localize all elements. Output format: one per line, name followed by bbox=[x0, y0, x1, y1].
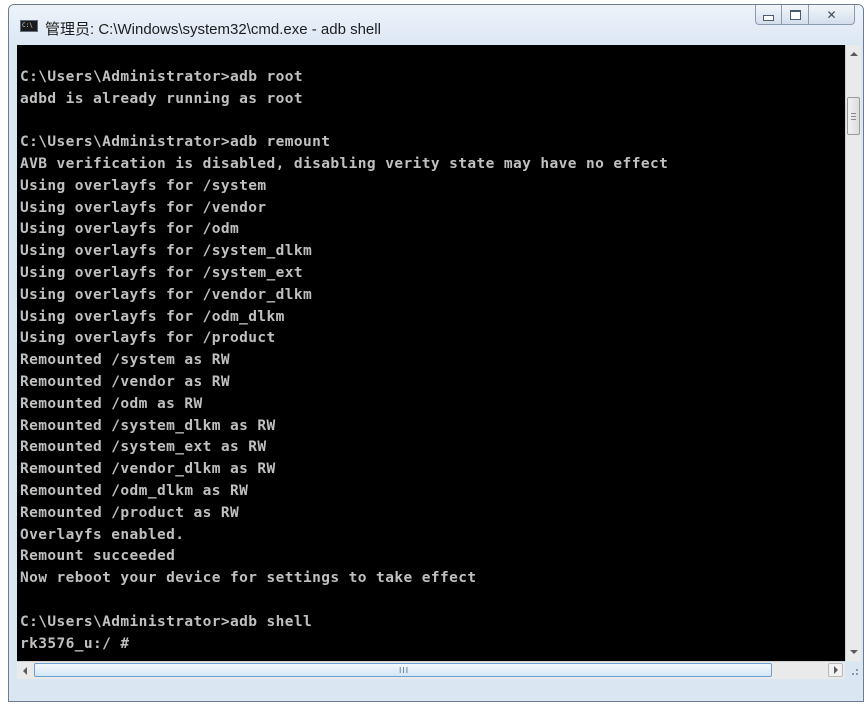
console-line: Remounted /system as RW bbox=[20, 352, 230, 369]
scroll-right-arrow-icon bbox=[834, 666, 838, 674]
console-line: Now reboot your device for settings to t… bbox=[20, 570, 477, 587]
console-line: C:\Users\Administrator>adb remount bbox=[20, 134, 331, 151]
console-line: Using overlayfs for /vendor_dlkm bbox=[20, 286, 313, 303]
resize-grip-icon[interactable] bbox=[845, 661, 861, 679]
console-output[interactable]: C:\Users\Administrator>adb root adbd is a… bbox=[17, 45, 845, 661]
console-line: adbd is already running as root bbox=[20, 90, 304, 107]
console-line: Overlayfs enabled. bbox=[20, 526, 185, 543]
scroll-down-arrow-icon[interactable] bbox=[850, 650, 858, 654]
maximize-button[interactable] bbox=[782, 5, 809, 25]
console-line: Using overlayfs for /system_dlkm bbox=[20, 243, 313, 260]
cmd-icon[interactable]: C:\ bbox=[20, 20, 38, 32]
window-bottom-frame bbox=[9, 679, 863, 701]
scroll-up-arrow-icon[interactable] bbox=[850, 52, 858, 56]
maximize-icon bbox=[789, 9, 801, 20]
horizontal-scrollbar[interactable]: III bbox=[17, 661, 845, 679]
title-bar[interactable]: C:\ 管理员: C:\Windows\system32\cmd.exe - a… bbox=[9, 5, 863, 45]
console-line: Remounted /vendor as RW bbox=[20, 373, 230, 390]
close-button[interactable]: ✕ bbox=[809, 5, 855, 25]
scroll-left-arrow-icon[interactable] bbox=[23, 667, 27, 675]
console-line: Using overlayfs for /odm bbox=[20, 221, 240, 238]
console-line: C:\Users\Administrator>adb shell bbox=[20, 613, 313, 630]
thumb-grip-line bbox=[851, 116, 856, 117]
console-line: Remounted /product as RW bbox=[20, 504, 240, 521]
console-line: Using overlayfs for /vendor bbox=[20, 199, 267, 216]
console-line: C:\Users\Administrator>adb root bbox=[20, 68, 304, 85]
console-line: Remounted /system_ext as RW bbox=[20, 439, 267, 456]
console-line: rk3576_u:/ # bbox=[20, 635, 130, 652]
close-icon: ✕ bbox=[826, 7, 837, 22]
vertical-scrollbar[interactable] bbox=[845, 45, 861, 661]
console-line: Remounted /odm_dlkm as RW bbox=[20, 482, 249, 499]
horizontal-scroll-thumb[interactable]: III bbox=[34, 663, 772, 677]
minimize-icon bbox=[763, 14, 774, 21]
vertical-scroll-thumb[interactable] bbox=[847, 97, 860, 135]
console-line: Using overlayfs for /odm_dlkm bbox=[20, 308, 285, 325]
console-line: Remount succeeded bbox=[20, 548, 176, 565]
minimize-button[interactable] bbox=[755, 5, 782, 25]
cmd-window: C:\ 管理员: C:\Windows\system32\cmd.exe - a… bbox=[8, 4, 864, 702]
console-line: AVB verification is disabled, disabling … bbox=[20, 155, 669, 172]
scroll-right-button[interactable] bbox=[828, 663, 843, 677]
caption-buttons: ✕ bbox=[755, 5, 855, 27]
thumb-grip: III bbox=[399, 666, 410, 675]
console-line: Using overlayfs for /system_ext bbox=[20, 264, 304, 281]
console-lines: C:\Users\Administrator>adb root adbd is a… bbox=[20, 45, 668, 655]
console-line: Using overlayfs for /product bbox=[20, 330, 276, 347]
thumb-grip-line bbox=[851, 113, 856, 114]
console-line: Remounted /system_dlkm as RW bbox=[20, 417, 276, 434]
console-line: Remounted /vendor_dlkm as RW bbox=[20, 461, 276, 478]
console-line: Remounted /odm as RW bbox=[20, 395, 203, 412]
window-title: 管理员: C:\Windows\system32\cmd.exe - adb s… bbox=[45, 21, 381, 38]
console-line: Using overlayfs for /system bbox=[20, 177, 267, 194]
thumb-grip-line bbox=[851, 119, 856, 120]
